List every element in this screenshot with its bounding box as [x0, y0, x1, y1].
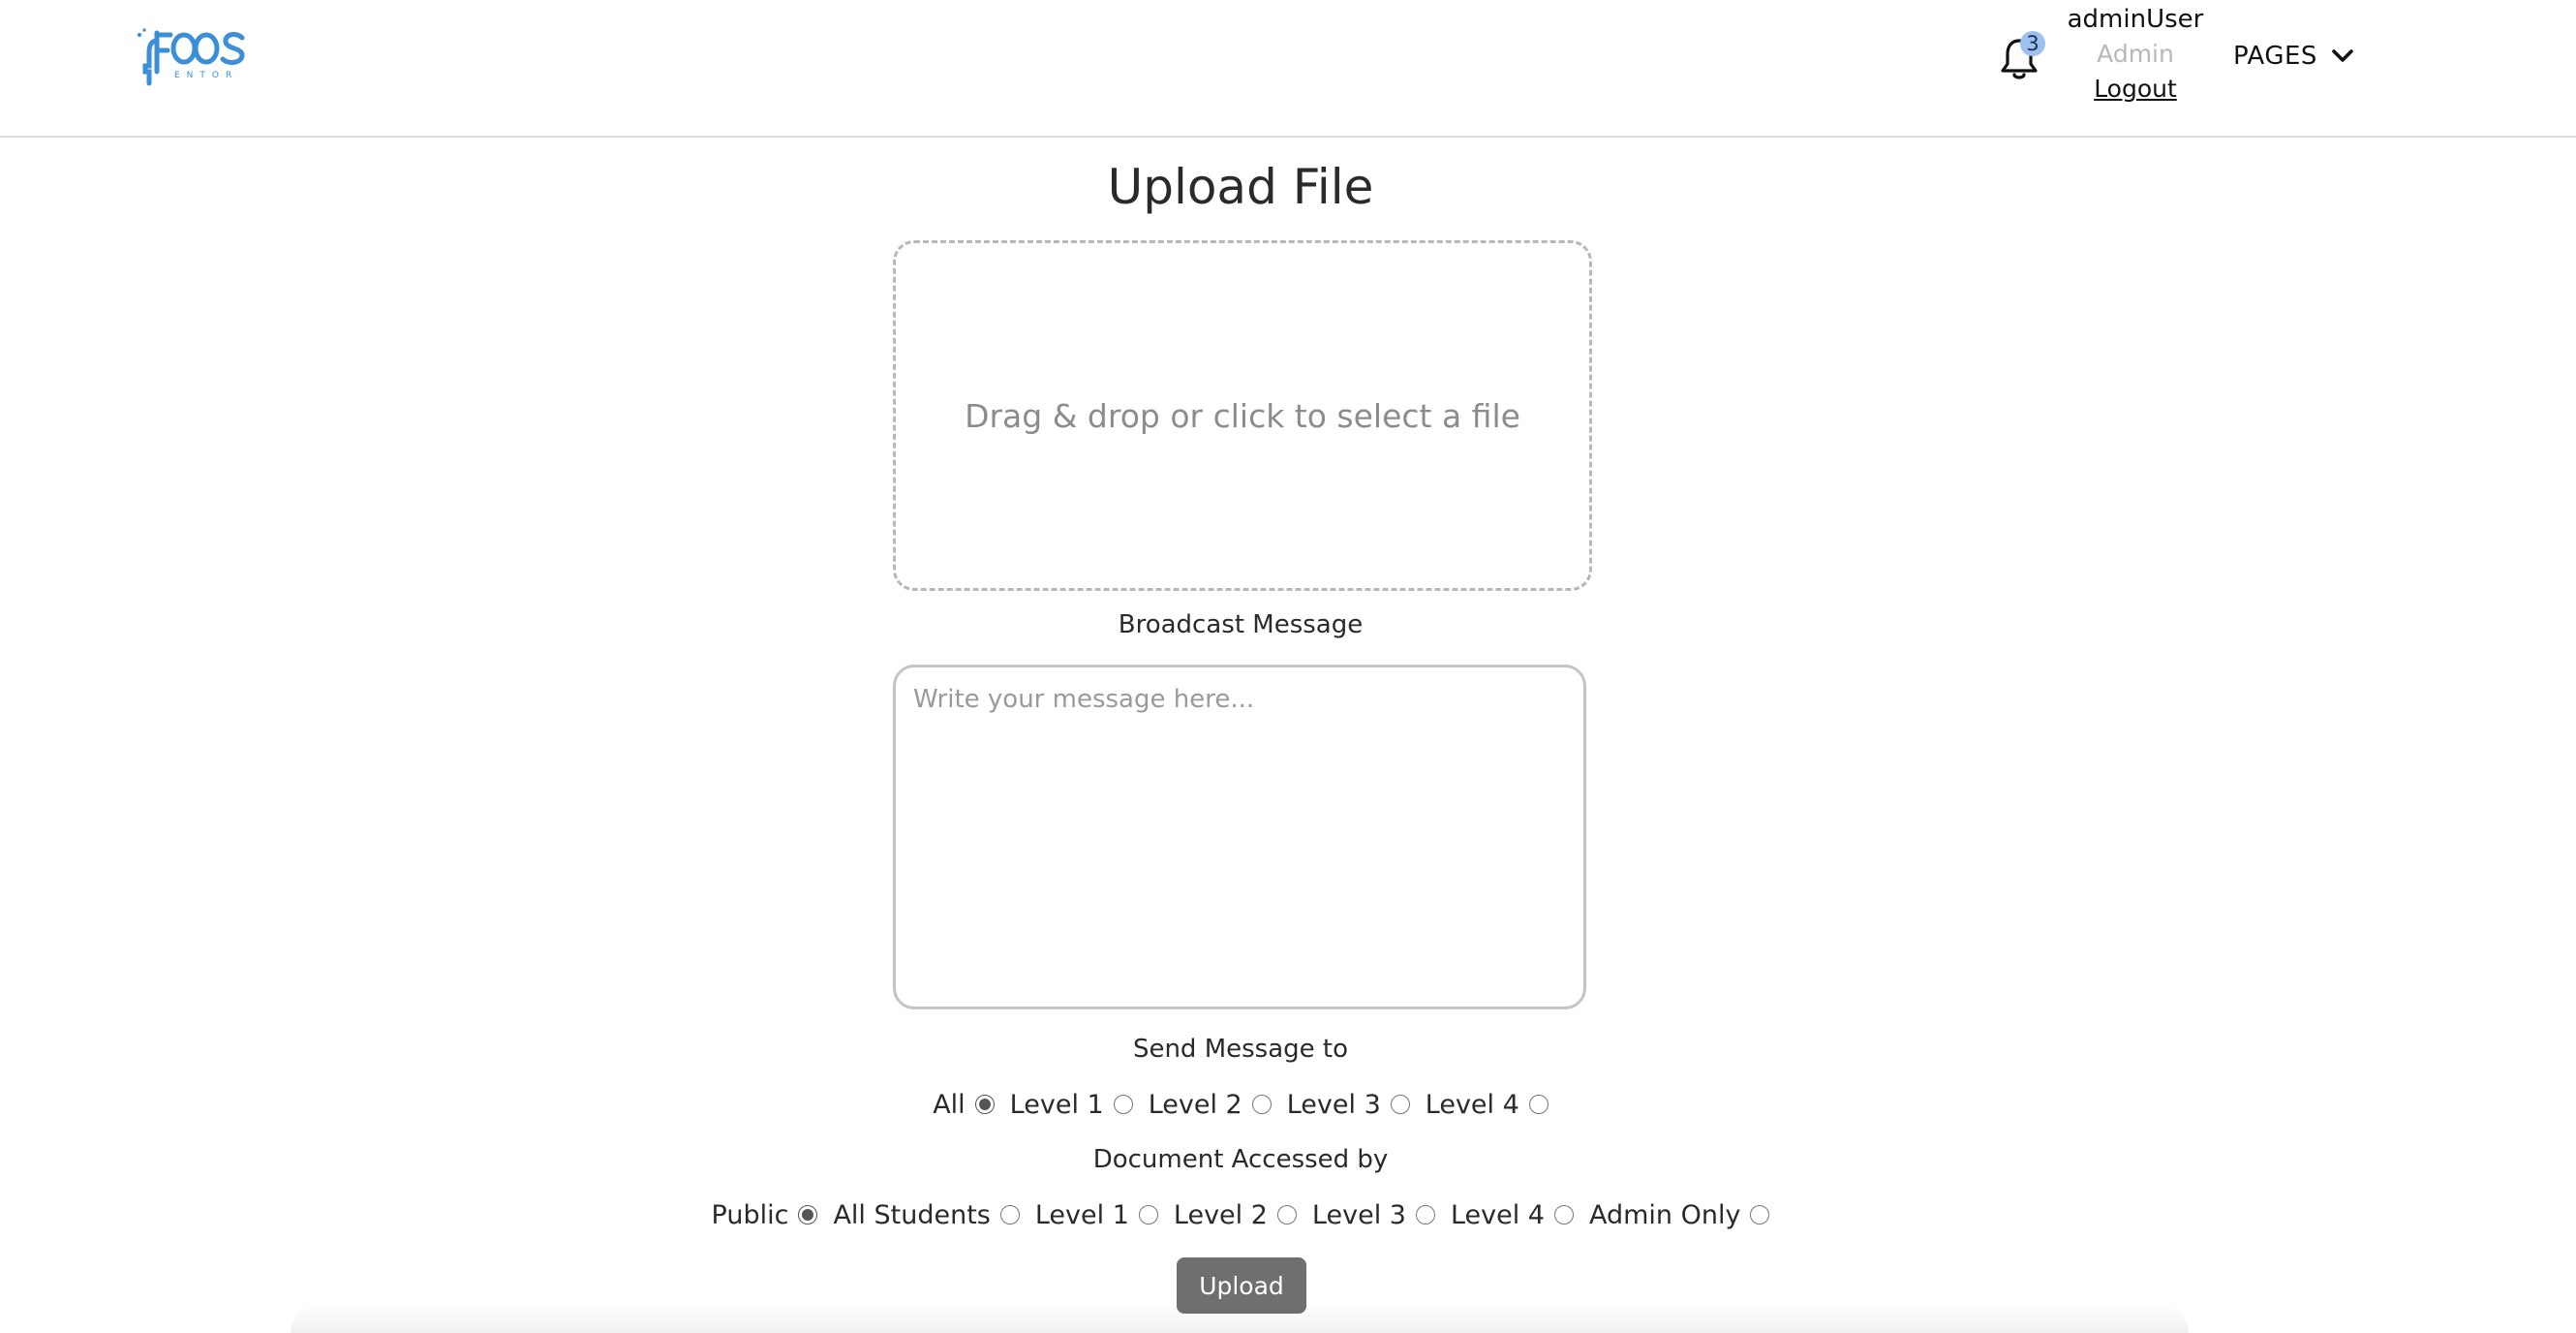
- footer-shadow: [291, 1304, 2189, 1333]
- radio-all[interactable]: [974, 1095, 995, 1114]
- document-access-label: Document Accessed by: [1092, 1145, 1389, 1174]
- send-to-option-all[interactable]: All: [933, 1089, 995, 1120]
- radio-all-students[interactable]: [999, 1205, 1020, 1224]
- svg-text:ENTOR: ENTOR: [174, 71, 238, 80]
- send-to-option-level-1[interactable]: Level 1: [1010, 1090, 1133, 1120]
- file-dropzone[interactable]: Drag & drop or click to select a file: [893, 240, 1592, 591]
- dropzone-instruction: Drag & drop or click to select a file: [965, 396, 1520, 435]
- radio-level-3[interactable]: [1390, 1095, 1410, 1114]
- radio-level-4[interactable]: [1553, 1205, 1574, 1224]
- radio-label: Admin Only: [1588, 1199, 1741, 1230]
- radio-label: Level 1: [1034, 1199, 1129, 1230]
- radio-level-4[interactable]: [1528, 1095, 1549, 1114]
- send-to-radio-group: All Level 1 Level 2 Level 3 Level 4: [0, 1085, 2481, 1124]
- access-option-admin-only[interactable]: Admin Only: [1588, 1199, 1770, 1230]
- send-to-option-level-3[interactable]: Level 3: [1287, 1090, 1410, 1120]
- radio-label: All: [933, 1089, 966, 1120]
- logout-link[interactable]: Logout: [2063, 72, 2208, 107]
- access-option-level-2[interactable]: Level 2: [1174, 1200, 1297, 1230]
- radio-level-1[interactable]: [1138, 1205, 1158, 1224]
- radio-level-3[interactable]: [1415, 1205, 1435, 1224]
- send-message-to-label: Send Message to: [1132, 1035, 1349, 1064]
- radio-level-1[interactable]: [1113, 1095, 1133, 1114]
- send-to-option-level-2[interactable]: Level 2: [1149, 1090, 1272, 1120]
- radio-label: Public: [711, 1199, 789, 1230]
- access-radio-group: Public All Students Level 1 Level 2 Leve…: [0, 1195, 2481, 1234]
- user-info: adminUser Admin Logout: [2063, 2, 2208, 107]
- upload-page: ENTOR 3 adminUser Admin Logout PAGES Upl…: [0, 0, 2576, 1333]
- access-option-all-students[interactable]: All Students: [833, 1199, 1020, 1230]
- radio-level-2[interactable]: [1276, 1205, 1297, 1224]
- top-header: ENTOR 3 adminUser Admin Logout PAGES: [0, 0, 2576, 138]
- radio-label: Level 2: [1173, 1199, 1268, 1230]
- radio-label: Level 3: [1286, 1089, 1381, 1120]
- broadcast-message-input[interactable]: [893, 665, 1586, 1009]
- access-option-level-4[interactable]: Level 4: [1451, 1200, 1574, 1230]
- radio-label: Level 2: [1148, 1089, 1242, 1120]
- radio-admin-only[interactable]: [1750, 1205, 1770, 1224]
- radio-public[interactable]: [798, 1205, 818, 1224]
- broadcast-message-label: Broadcast Message: [1118, 610, 1364, 639]
- radio-level-2[interactable]: [1251, 1095, 1272, 1114]
- radio-label: Level 4: [1425, 1089, 1519, 1120]
- foos-mentor-logo[interactable]: ENTOR: [136, 23, 261, 91]
- pages-dropdown[interactable]: PAGES: [2233, 37, 2354, 76]
- user-name: adminUser: [2067, 5, 2204, 34]
- notification-count-badge: 3: [2020, 31, 2045, 56]
- radio-label: Level 3: [1311, 1199, 1406, 1230]
- user-role: Admin: [2097, 40, 2174, 68]
- access-option-level-1[interactable]: Level 1: [1035, 1200, 1158, 1230]
- radio-label: Level 1: [1009, 1089, 1104, 1120]
- send-to-option-level-4[interactable]: Level 4: [1426, 1090, 1549, 1120]
- radio-label: Level 4: [1450, 1199, 1545, 1230]
- access-option-level-3[interactable]: Level 3: [1312, 1200, 1435, 1230]
- pages-dropdown-label: PAGES: [2233, 42, 2317, 71]
- chevron-down-icon: [2332, 49, 2353, 62]
- page-title: Upload File: [1107, 159, 1374, 215]
- access-option-public[interactable]: Public: [712, 1200, 818, 1230]
- notifications-button[interactable]: 3: [1999, 31, 2045, 81]
- radio-label: All Students: [833, 1199, 991, 1230]
- logo-mark-icon: ENTOR: [138, 28, 245, 86]
